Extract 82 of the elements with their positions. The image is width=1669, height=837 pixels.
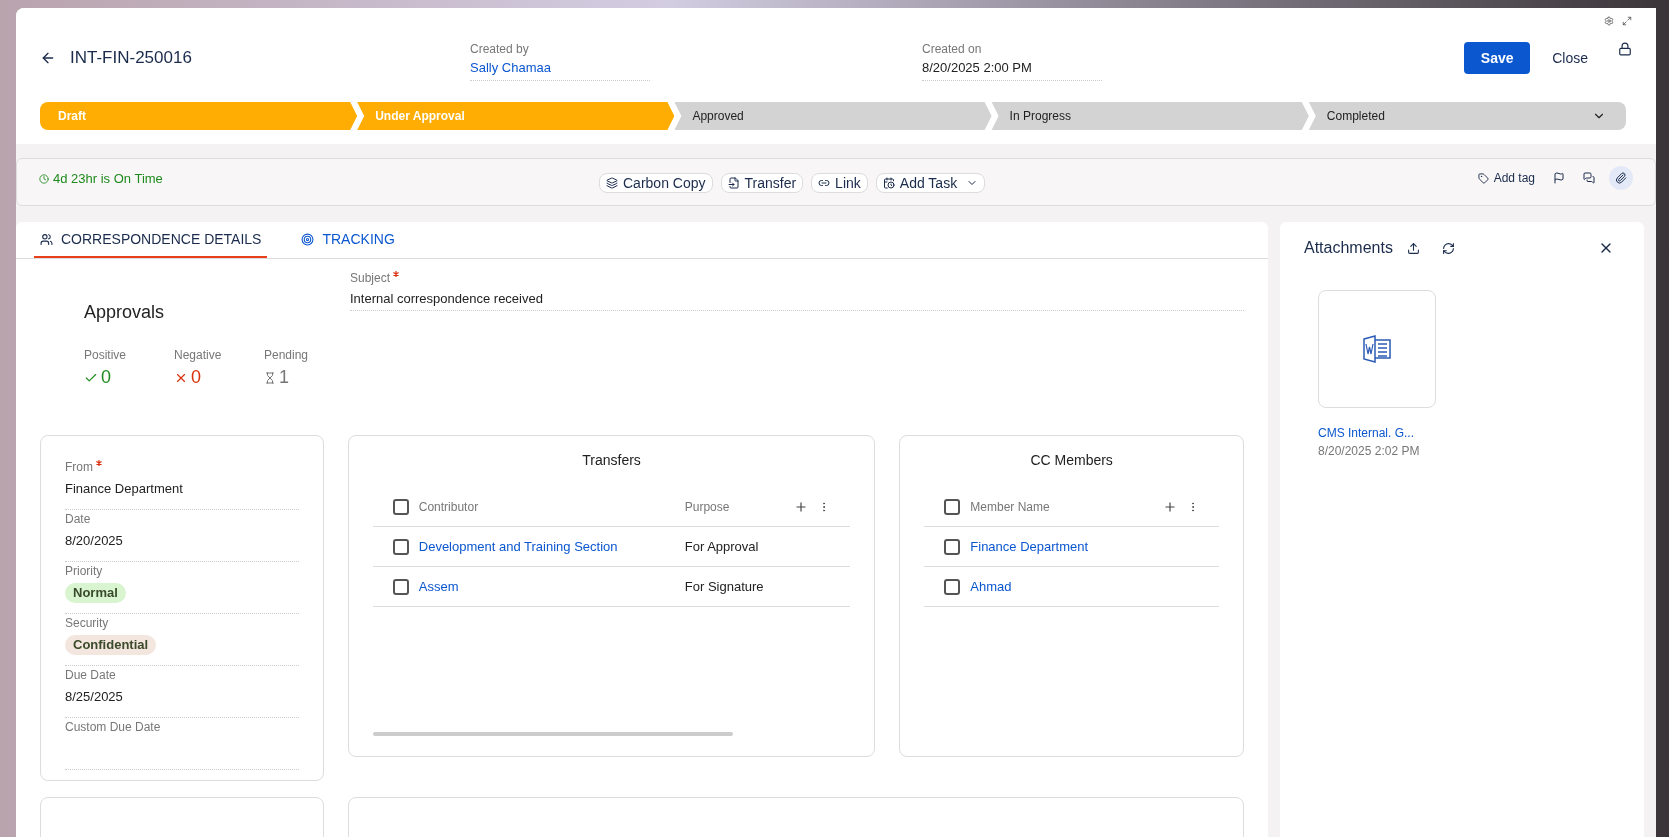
record-title: INT-FIN-250016 bbox=[70, 47, 193, 69]
member-link[interactable]: Finance Department bbox=[970, 536, 1089, 557]
add-tag-button[interactable]: Add tag bbox=[1477, 169, 1535, 187]
horizontal-scrollbar[interactable] bbox=[372, 732, 733, 736]
card-title: CC Members bbox=[1029, 451, 1114, 470]
toolbar-action-button[interactable]: Carbon Copy bbox=[599, 173, 713, 193]
column-header: Purpose bbox=[684, 498, 731, 516]
toolbar-action-button[interactable]: Add Task bbox=[875, 173, 986, 193]
action-icon bbox=[818, 177, 831, 189]
panel-title: Attachments bbox=[1304, 238, 1393, 258]
count-value: 0 bbox=[191, 366, 201, 389]
tab[interactable]: TRACKING bbox=[295, 222, 401, 258]
tag-icon bbox=[1477, 172, 1489, 184]
subject-field[interactable]: Subject Internal correspondence received bbox=[350, 269, 1244, 311]
upload-icon[interactable] bbox=[1406, 241, 1420, 255]
count-label: Pending bbox=[264, 347, 310, 364]
contributor-link[interactable]: Development and Training Section bbox=[418, 536, 685, 557]
count-value: 1 bbox=[279, 366, 289, 389]
stage-step[interactable]: Completed bbox=[1308, 102, 1626, 130]
save-button[interactable]: Save bbox=[1464, 42, 1531, 74]
field-value: 8/20/2025 2:00 PM bbox=[922, 59, 1033, 77]
field-label: Custom Due Date bbox=[65, 720, 161, 734]
field-label: Created on bbox=[922, 41, 983, 58]
target-icon bbox=[301, 232, 315, 246]
contributor-link[interactable]: Assem bbox=[418, 576, 685, 597]
toolbar-action-button[interactable]: Transfer bbox=[720, 173, 804, 193]
field-label: From bbox=[65, 460, 93, 474]
field-label: Created by bbox=[470, 41, 530, 58]
checkbox[interactable] bbox=[944, 498, 961, 515]
stage-step[interactable]: In Progress bbox=[991, 102, 1309, 130]
flag-icon[interactable] bbox=[1553, 172, 1565, 184]
add-icon[interactable] bbox=[794, 499, 809, 514]
card-title: Transfers bbox=[581, 451, 642, 470]
checkbox[interactable] bbox=[944, 538, 961, 555]
count-label: Negative bbox=[174, 347, 223, 364]
lock-icon[interactable] bbox=[1618, 42, 1632, 56]
field-tag: Confidential bbox=[65, 635, 157, 655]
field-label: Subject bbox=[350, 271, 391, 285]
field-value: 8/25/2025 bbox=[65, 689, 123, 704]
toolbar-action-button[interactable]: Link bbox=[811, 173, 868, 193]
creator-link[interactable]: Sally Chamaa bbox=[470, 58, 650, 78]
field-label: Date bbox=[65, 512, 91, 526]
field-value: 8/20/2025 bbox=[65, 533, 123, 548]
field-label: Security bbox=[65, 616, 109, 630]
column-header: Member Name bbox=[970, 498, 1051, 516]
count-label: Positive bbox=[84, 347, 128, 364]
member-link[interactable]: Ahmad bbox=[970, 576, 1012, 597]
column-header: Contributor bbox=[418, 498, 480, 516]
attachment-toggle-button[interactable] bbox=[1609, 166, 1633, 190]
paperclip-icon bbox=[1615, 172, 1627, 184]
action-icon bbox=[882, 177, 895, 189]
field-label: Priority bbox=[65, 564, 103, 578]
tab[interactable]: CORRESPONDENCE DETAILS bbox=[34, 222, 268, 258]
word-document-icon bbox=[1361, 333, 1393, 365]
table-cell-text: For Approval bbox=[684, 537, 759, 556]
file-name-link[interactable]: CMS Internal. G... bbox=[1318, 424, 1438, 442]
clock-icon bbox=[39, 173, 49, 184]
field-tag: Normal bbox=[65, 583, 126, 603]
people-icon bbox=[40, 232, 53, 246]
file-thumbnail[interactable] bbox=[1318, 290, 1436, 408]
stage-step[interactable]: Approved bbox=[674, 102, 992, 130]
action-icon bbox=[606, 177, 618, 189]
section-title: Approvals bbox=[84, 301, 166, 324]
count-value: 0 bbox=[101, 366, 111, 389]
hourglass-icon bbox=[264, 371, 276, 384]
checkbox[interactable] bbox=[392, 538, 409, 555]
field-value: Internal correspondence received bbox=[350, 290, 544, 308]
file-date: 8/20/2025 2:02 PM bbox=[1318, 443, 1421, 460]
action-icon bbox=[727, 177, 740, 189]
settings-icon[interactable] bbox=[1604, 16, 1614, 26]
close-button[interactable]: Close bbox=[1542, 42, 1598, 74]
field-value: Finance Department bbox=[65, 481, 183, 496]
add-icon[interactable] bbox=[1163, 499, 1177, 514]
sla-status: 4d 23hr is On Time bbox=[53, 170, 163, 188]
checkbox[interactable] bbox=[392, 578, 409, 595]
chat-icon[interactable] bbox=[1583, 172, 1595, 184]
expand-icon[interactable] bbox=[1622, 16, 1632, 26]
field-label: Due Date bbox=[65, 668, 116, 682]
refresh-icon[interactable] bbox=[1441, 241, 1455, 255]
table-cell-text: For Signature bbox=[684, 577, 764, 596]
checkbox[interactable] bbox=[944, 578, 961, 595]
checkbox[interactable] bbox=[392, 498, 409, 515]
